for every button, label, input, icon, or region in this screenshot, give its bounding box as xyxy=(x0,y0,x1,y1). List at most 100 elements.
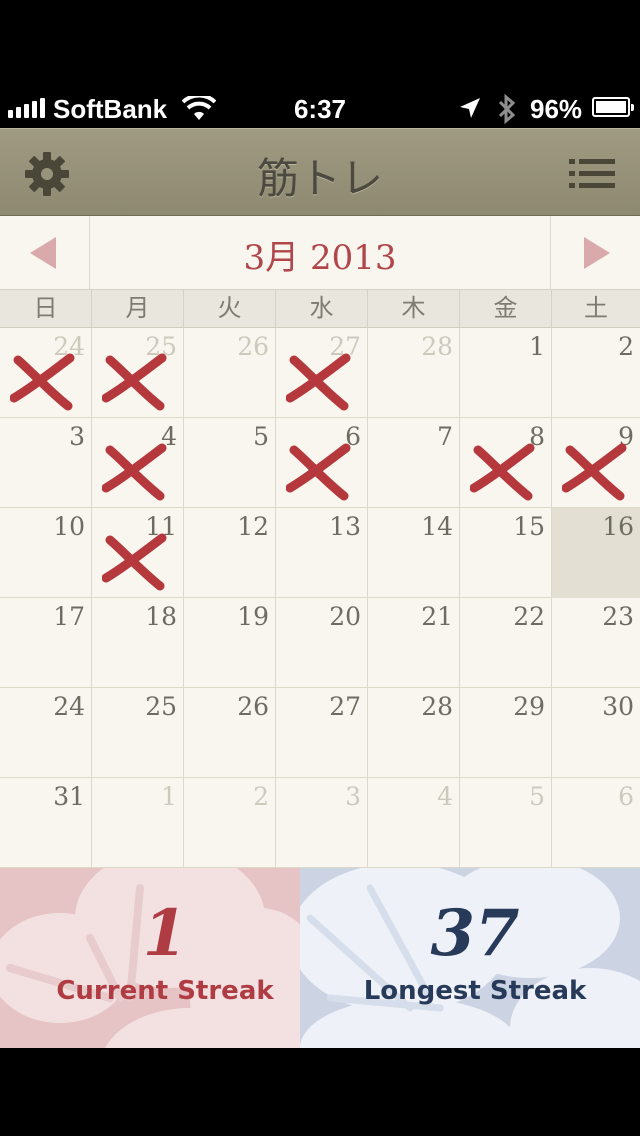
day-number: 6 xyxy=(618,782,634,811)
battery-icon xyxy=(592,97,634,117)
calendar-day[interactable]: 6 xyxy=(276,418,368,508)
calendar-day[interactable]: 26 xyxy=(184,688,276,778)
longest-streak-panel: 37 Longest Streak xyxy=(300,868,640,1048)
weekday-label: 日 xyxy=(0,290,92,327)
calendar-day[interactable]: 25 xyxy=(92,328,184,418)
calendar-day[interactable]: 23 xyxy=(552,598,640,688)
day-number: 26 xyxy=(237,692,269,721)
bottom-letterbox xyxy=(0,1048,640,1136)
day-number: 10 xyxy=(53,512,85,541)
location-arrow-icon xyxy=(460,98,480,118)
calendar-day[interactable]: 5 xyxy=(184,418,276,508)
calendar-week-row: 34 56 789 xyxy=(0,418,640,508)
calendar-day[interactable]: 3 xyxy=(276,778,368,868)
weekday-header: 日 月 火 水 木 金 土 xyxy=(0,290,640,328)
calendar-day[interactable]: 1 xyxy=(92,778,184,868)
day-number: 3 xyxy=(345,782,361,811)
day-number: 29 xyxy=(513,692,545,721)
calendar-day[interactable]: 19 xyxy=(184,598,276,688)
nav-bar: 筋トレ xyxy=(0,128,640,216)
day-number: 21 xyxy=(421,602,453,631)
day-number: 23 xyxy=(602,602,634,631)
calendar-day[interactable]: 3 xyxy=(0,418,92,508)
completed-x-mark-icon xyxy=(102,443,167,501)
longest-streak-value: 37 xyxy=(430,896,520,971)
calendar-day[interactable]: 22 xyxy=(460,598,552,688)
calendar-day[interactable]: 7 xyxy=(368,418,460,508)
calendar-day[interactable]: 27 xyxy=(276,328,368,418)
calendar-day[interactable]: 12 xyxy=(184,508,276,598)
calendar-day[interactable]: 18 xyxy=(92,598,184,688)
calendar-day-today[interactable]: 16 xyxy=(552,508,640,598)
completed-x-mark-icon xyxy=(470,443,535,501)
calendar-day[interactable]: 15 xyxy=(460,508,552,598)
day-number: 12 xyxy=(237,512,269,541)
bluetooth-icon xyxy=(498,94,516,124)
weekday-label: 金 xyxy=(460,290,552,327)
calendar-day[interactable]: 30 xyxy=(552,688,640,778)
calendar-day[interactable]: 14 xyxy=(368,508,460,598)
calendar-day[interactable]: 2 xyxy=(184,778,276,868)
calendar-day[interactable]: 25 xyxy=(92,688,184,778)
calendar-day[interactable]: 1 xyxy=(460,328,552,418)
calendar-day[interactable]: 17 xyxy=(0,598,92,688)
day-number: 14 xyxy=(421,512,453,541)
calendar-day[interactable]: 28 xyxy=(368,328,460,418)
current-streak-value: 1 xyxy=(142,896,188,971)
day-number: 20 xyxy=(329,602,361,631)
day-number: 17 xyxy=(53,602,85,631)
day-number: 13 xyxy=(329,512,361,541)
completed-x-mark-icon xyxy=(286,443,351,501)
app-title: 筋トレ xyxy=(256,154,383,203)
day-number: 30 xyxy=(602,692,634,721)
calendar-day[interactable]: 29 xyxy=(460,688,552,778)
day-number: 24 xyxy=(53,692,85,721)
calendar-day[interactable]: 26 xyxy=(184,328,276,418)
day-number: 2 xyxy=(253,782,269,811)
day-number: 28 xyxy=(421,332,453,361)
calendar-day[interactable]: 6 xyxy=(552,778,640,868)
calendar-day[interactable]: 24 xyxy=(0,328,92,418)
day-number: 26 xyxy=(237,332,269,361)
weekday-label: 土 xyxy=(584,294,608,322)
calendar-week-row: 17 18 19 20 21 22 23 xyxy=(0,598,640,688)
day-number: 4 xyxy=(437,782,453,811)
month-title: 3月 2013 xyxy=(243,238,397,278)
day-number: 28 xyxy=(421,692,453,721)
calendar-day[interactable]: 21 xyxy=(368,598,460,688)
list-icon[interactable] xyxy=(569,157,615,191)
day-number: 5 xyxy=(529,782,545,811)
calendar-day[interactable]: 4 xyxy=(368,778,460,868)
calendar-day[interactable]: 27 xyxy=(276,688,368,778)
day-number: 22 xyxy=(513,602,545,631)
status-bar: SoftBank 6:37 96% xyxy=(0,88,640,128)
weekday-label: 水 xyxy=(276,290,368,327)
calendar-day[interactable]: 4 xyxy=(92,418,184,508)
current-streak-panel: 1 Current Streak xyxy=(0,868,300,1048)
day-number: 16 xyxy=(602,512,634,541)
calendar-day[interactable]: 24 xyxy=(0,688,92,778)
day-number: 15 xyxy=(513,512,545,541)
calendar-day[interactable]: 2 xyxy=(552,328,640,418)
next-month-button[interactable] xyxy=(550,216,640,290)
calendar-day[interactable]: 28 xyxy=(368,688,460,778)
current-streak-label: Current Streak xyxy=(56,976,274,1006)
previous-month-button[interactable] xyxy=(0,216,90,290)
streak-footer: 1 Current Streak 37 Longest Streak xyxy=(0,868,640,1048)
calendar-day[interactable]: 9 xyxy=(552,418,640,508)
calendar-day[interactable]: 13 xyxy=(276,508,368,598)
calendar-day[interactable]: 20 xyxy=(276,598,368,688)
completed-x-mark-icon xyxy=(562,443,627,501)
calendar-day[interactable]: 11 xyxy=(92,508,184,598)
calendar-week-row: 10 11 12 13 14 15 16 xyxy=(0,508,640,598)
completed-x-mark-icon xyxy=(10,353,75,411)
completed-x-mark-icon xyxy=(102,353,167,411)
calendar-day[interactable]: 10 xyxy=(0,508,92,598)
top-letterbox xyxy=(0,0,640,88)
weekday-label: 月 xyxy=(92,290,184,327)
day-number: 25 xyxy=(145,692,177,721)
calendar-day[interactable]: 5 xyxy=(460,778,552,868)
calendar-day[interactable]: 8 xyxy=(460,418,552,508)
calendar-day[interactable]: 31 xyxy=(0,778,92,868)
battery-percent: 96% xyxy=(530,94,583,124)
